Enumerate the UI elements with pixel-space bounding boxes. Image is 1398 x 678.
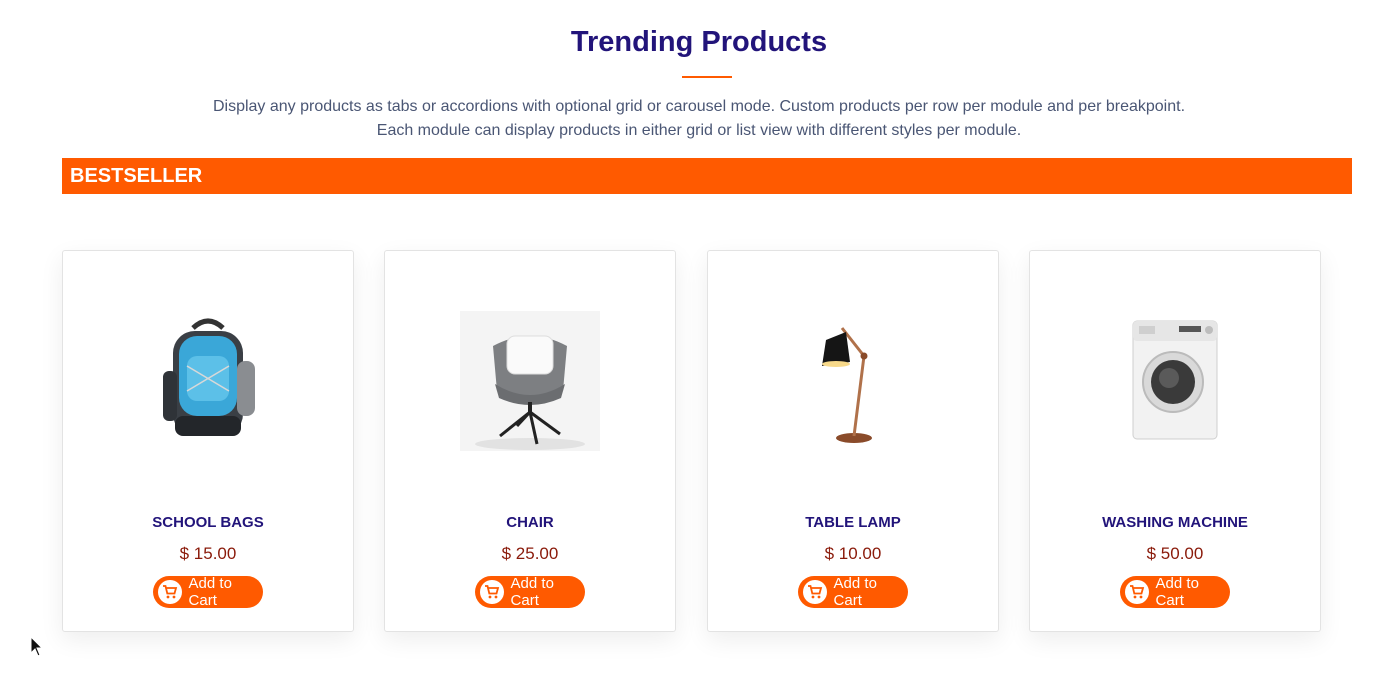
add-to-cart-label: Add to Cart — [1155, 575, 1199, 609]
add-to-cart-label: Add to Cart — [188, 575, 232, 609]
cart-icon — [803, 580, 827, 604]
backpack-image[interactable] — [63, 301, 353, 461]
product-card[interactable]: WASHING MACHINE $ 50.00 Add to Cart — [1029, 250, 1321, 632]
description-line-2: Each module can display products in eith… — [376, 122, 1022, 139]
product-name[interactable]: SCHOOL BAGS — [63, 514, 353, 531]
washing-machine-image[interactable] — [1030, 301, 1320, 461]
cart-icon — [1125, 580, 1149, 604]
cart-icon — [158, 580, 182, 604]
mouse-cursor-icon — [30, 635, 44, 663]
product-card[interactable]: SCHOOL BAGS $ 15.00 Add to Cart — [62, 250, 354, 632]
product-name[interactable]: CHAIR — [385, 514, 675, 531]
add-to-cart-button[interactable]: Add to Cart — [475, 575, 585, 609]
product-card[interactable]: CHAIR $ 25.00 Add to Cart — [384, 250, 676, 632]
add-to-cart-label: Add to Cart — [833, 575, 877, 609]
product-price: $ 50.00 — [1146, 544, 1204, 563]
description-line-1: Display any products as tabs or accordio… — [212, 98, 1186, 115]
section-description: Display any products as tabs or accordio… — [0, 95, 1398, 143]
product-price: $ 10.00 — [824, 544, 882, 563]
section-title: Trending Products — [570, 26, 828, 58]
lamp-image[interactable] — [708, 301, 998, 461]
chair-image[interactable] — [385, 301, 675, 461]
cart-icon — [480, 580, 504, 604]
add-to-cart-button[interactable]: Add to Cart — [153, 575, 263, 609]
product-price: $ 25.00 — [501, 544, 559, 563]
product-card[interactable]: TABLE LAMP $ 10.00 Add to Cart — [707, 250, 999, 632]
title-underline — [682, 76, 732, 78]
product-price: $ 15.00 — [179, 544, 237, 563]
tab-bestseller[interactable]: BESTSELLER — [62, 158, 1352, 194]
product-name[interactable]: WASHING MACHINE — [1030, 514, 1320, 531]
product-name[interactable]: TABLE LAMP — [708, 514, 998, 531]
add-to-cart-button[interactable]: Add to Cart — [1120, 575, 1230, 609]
add-to-cart-label: Add to Cart — [510, 575, 554, 609]
add-to-cart-button[interactable]: Add to Cart — [798, 575, 908, 609]
